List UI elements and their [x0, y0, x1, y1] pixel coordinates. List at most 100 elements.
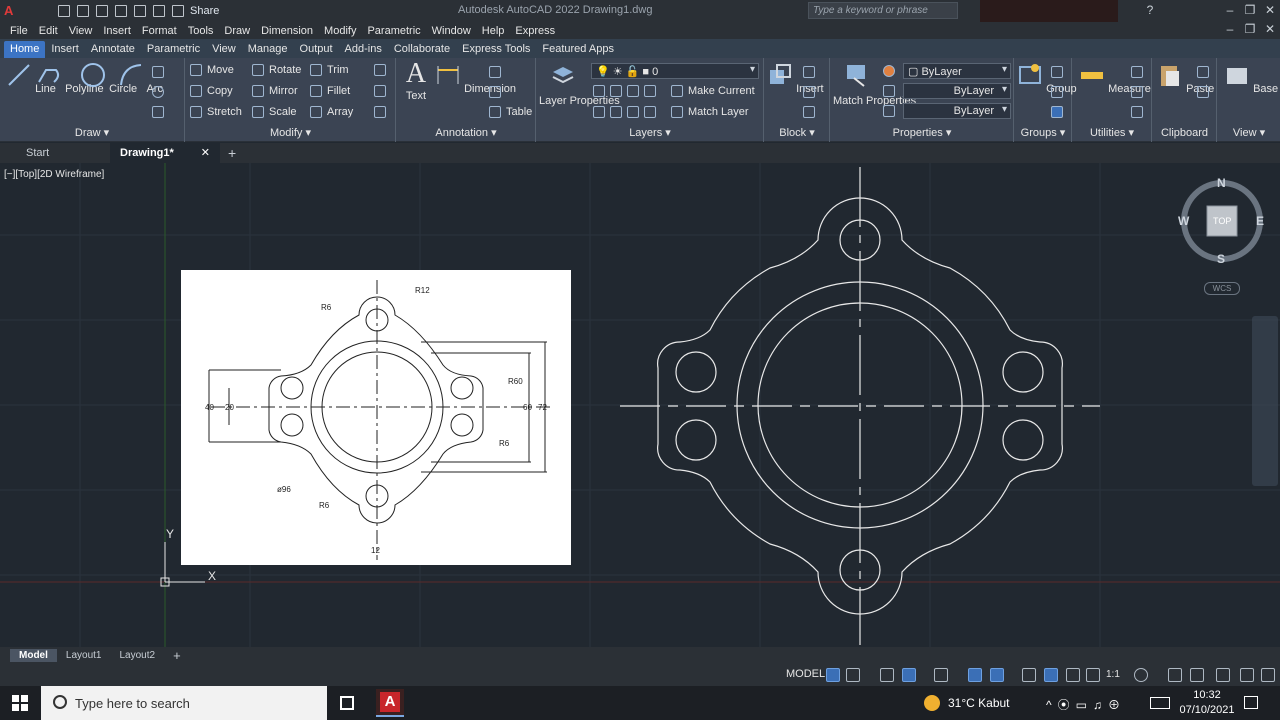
ellipse-icon[interactable]	[152, 86, 164, 98]
menu-dimension[interactable]: Dimension	[261, 25, 321, 37]
weather-icon[interactable]	[924, 695, 940, 711]
tab-collaborate[interactable]: Collaborate	[388, 41, 456, 58]
wcs-menu[interactable]: WCS	[1204, 282, 1240, 295]
rectangle-icon[interactable]	[152, 66, 164, 78]
text-button[interactable]: A Text	[401, 60, 431, 103]
erase-icon[interactable]	[374, 64, 386, 76]
task-view-icon[interactable]	[340, 696, 354, 710]
tab-layout2[interactable]: Layout2	[110, 649, 164, 662]
match-layer-button[interactable]: Match Layer	[671, 106, 749, 118]
saveas-icon[interactable]	[115, 5, 127, 17]
autocad-taskbar-icon[interactable]: A	[376, 689, 404, 717]
doc-close-icon[interactable]: ✕	[1262, 22, 1278, 36]
object-snap-tracking-icon[interactable]	[968, 668, 982, 682]
menu-view[interactable]: View	[69, 25, 101, 37]
insert-button[interactable]: Insert	[767, 62, 824, 95]
offset-icon[interactable]	[374, 106, 386, 118]
stretch-button[interactable]: Stretch	[190, 106, 242, 118]
tab-annotate[interactable]: Annotate	[85, 41, 141, 58]
linetype-icon[interactable]	[883, 85, 895, 97]
layer-dropdown[interactable]: 💡 ☀ 🔓 ■ 0	[591, 63, 759, 79]
polar-icon[interactable]	[902, 668, 916, 682]
scale-button[interactable]: Scale	[252, 106, 297, 118]
table-button[interactable]: Table	[489, 106, 532, 118]
menu-express[interactable]: Express	[515, 25, 563, 37]
base-button[interactable]: Base	[1224, 62, 1278, 95]
open-icon[interactable]	[77, 5, 89, 17]
compass-south[interactable]: S	[1217, 252, 1225, 266]
tab-insert[interactable]: Insert	[45, 41, 85, 58]
new-icon[interactable]	[58, 5, 70, 17]
arc-button[interactable]: Arc	[118, 62, 163, 95]
create-block-icon[interactable]	[803, 66, 815, 78]
notifications-icon[interactable]	[1244, 696, 1258, 709]
customize-menu-icon[interactable]	[1261, 668, 1275, 682]
system-tray-icons[interactable]: ^⦿▭♫⊕	[1046, 696, 1126, 713]
annotation-panel-title[interactable]: Annotation ▾	[397, 126, 535, 139]
view-panel-title[interactable]: View ▾	[1218, 126, 1280, 139]
help-icon[interactable]: ?	[1142, 3, 1158, 17]
trim-button[interactable]: Trim	[310, 64, 349, 76]
lineweight-display-icon[interactable]	[1022, 668, 1036, 682]
draw-panel-title[interactable]: Draw ▾	[0, 126, 184, 139]
tab-addins[interactable]: Add-ins	[339, 41, 388, 58]
viewcube[interactable]: N S E W TOP WCS	[1170, 170, 1280, 300]
menu-tools[interactable]: Tools	[188, 25, 222, 37]
taskbar-clock[interactable]: 10:32 07/10/2021	[1176, 688, 1238, 718]
tab-close-icon[interactable]: ✕	[201, 143, 210, 163]
utilities-panel-title[interactable]: Utilities ▾	[1073, 126, 1151, 139]
color-wheel-icon[interactable]	[883, 65, 895, 77]
menu-draw[interactable]: Draw	[224, 25, 258, 37]
lineweight-icon[interactable]	[883, 105, 895, 117]
undo-icon[interactable]	[153, 5, 165, 17]
layer-properties-button[interactable]: Layer Properties	[539, 62, 620, 107]
clipboard-panel-title[interactable]: Clipboard	[1153, 127, 1216, 139]
keyboard-icon[interactable]	[1150, 697, 1170, 709]
plus-icon[interactable]	[1168, 668, 1182, 682]
flange-drawing[interactable]	[620, 167, 1100, 645]
share-button[interactable]: Share	[190, 5, 219, 17]
group-button[interactable]: Group	[1017, 62, 1077, 95]
isolate-icon[interactable]	[1190, 668, 1204, 682]
group-select-icon[interactable]	[1051, 106, 1063, 118]
menu-format[interactable]: Format	[142, 25, 185, 37]
menu-file[interactable]: File	[10, 25, 36, 37]
isodraft-icon[interactable]	[934, 668, 948, 682]
mirror-button[interactable]: Mirror	[252, 85, 298, 97]
compass-east[interactable]: E	[1256, 214, 1264, 228]
measure-button[interactable]: Measure	[1079, 62, 1151, 95]
match-properties-button[interactable]: Match Properties	[833, 62, 916, 107]
annotation-scale[interactable]: 1:1	[1106, 669, 1120, 680]
array-button[interactable]: Array	[310, 106, 353, 118]
object-snap-icon[interactable]	[990, 668, 1004, 682]
annotation-scale-icon[interactable]	[1086, 668, 1100, 682]
quick-select-icon[interactable]	[1131, 66, 1143, 78]
minimize-icon[interactable]: –	[1222, 3, 1238, 17]
ortho-icon[interactable]	[880, 668, 894, 682]
tab-featured-apps[interactable]: Featured Apps	[536, 41, 620, 58]
user-account[interactable]	[980, 0, 1118, 22]
linetype-dropdown[interactable]: ByLayer	[903, 83, 1011, 99]
color-dropdown[interactable]: ▢ ByLayer	[903, 63, 1011, 79]
hatch-icon[interactable]	[152, 106, 164, 118]
weather-text[interactable]: 31°C Kabut	[948, 696, 1010, 710]
dimension-button[interactable]: Dimension	[435, 62, 516, 95]
menu-parametric[interactable]: Parametric	[367, 25, 428, 37]
block-panel-title[interactable]: Block ▾	[765, 126, 829, 139]
add-layout-icon[interactable]: +	[164, 647, 190, 664]
viewcube-top-face[interactable]: TOP	[1213, 216, 1231, 226]
linear-dim-icon[interactable]	[489, 66, 501, 78]
clean-screen-icon[interactable]	[1240, 668, 1254, 682]
snap-icon[interactable]	[846, 668, 860, 682]
search-input[interactable]: Type a keyword or phrase	[808, 2, 958, 19]
viewport-controls[interactable]: [−][Top][2D Wireframe]	[4, 169, 104, 180]
cut-icon[interactable]	[1197, 66, 1209, 78]
annotation-visibility-icon[interactable]	[1044, 668, 1058, 682]
tab-layout1[interactable]: Layout1	[57, 649, 111, 662]
maximize-icon[interactable]: ❐	[1242, 3, 1258, 17]
tab-express-tools[interactable]: Express Tools	[456, 41, 536, 58]
group-edit-icon[interactable]	[1051, 86, 1063, 98]
tab-parametric[interactable]: Parametric	[141, 41, 206, 58]
compass-west[interactable]: W	[1178, 214, 1189, 228]
edit-block-icon[interactable]	[803, 86, 815, 98]
